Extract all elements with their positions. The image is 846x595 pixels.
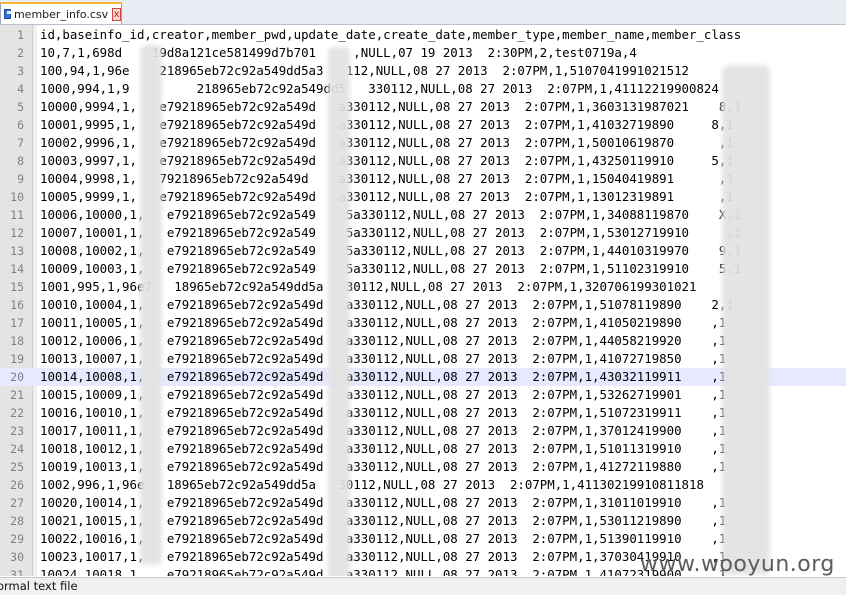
line-number: 4 [17, 82, 24, 96]
line-text[interactable]: 1001,995,1,96e7 18965eb72c92a549dd5a 301… [40, 278, 696, 296]
editor-line[interactable]: 27 10020,10014,1, e79218965eb72c92a549d a… [0, 494, 846, 512]
line-number: 2 [17, 46, 24, 60]
line-number: 31 [10, 568, 24, 576]
status-file-type: ormal text file [0, 579, 78, 593]
line-number: 12 [10, 226, 24, 240]
line-number: 7 [17, 136, 24, 150]
editor-line[interactable]: 15 1001,995,1,96e7 18965eb72c92a549dd5a 3… [0, 278, 846, 296]
editor-line[interactable]: 9 10004,9998,1, 79218965eb72c92a549d a330… [0, 170, 846, 188]
watermark: www.wooyun.org [640, 552, 835, 577]
editor-line[interactable]: 16 10010,10004,1, e79218965eb72c92a549d a… [0, 296, 846, 314]
close-tab-button[interactable]: x [112, 7, 121, 21]
line-number: 6 [17, 118, 24, 132]
line-number: 18 [10, 334, 24, 348]
line-number: 13 [10, 244, 24, 258]
editor-line[interactable]: 19 10013,10007,1, e79218965eb72c92a549d a… [0, 350, 846, 368]
line-number: 25 [10, 460, 24, 474]
line-number: 11 [10, 208, 24, 222]
status-bar: ormal text file [0, 577, 846, 595]
line-number: 16 [10, 298, 24, 312]
line-number: 3 [17, 64, 24, 78]
editor-line[interactable]: 6 10001,9995,1, e79218965eb72c92a549d a33… [0, 116, 846, 134]
editor-line[interactable]: 2 10,7,1,698d 19d8a121ce581499d7b701 ,NUL… [0, 44, 846, 62]
line-number: 8 [17, 154, 24, 168]
floppy-disk-icon [4, 9, 11, 19]
editor-line[interactable]: 4 1000,994,1,9 218965eb72c92a549dd5 33011… [0, 80, 846, 98]
editor-line[interactable]: 29 10022,10016,1, e79218965eb72c92a549d a… [0, 530, 846, 548]
editor-line[interactable]: 25 10019,10013,1, e79218965eb72c92a549d a… [0, 458, 846, 476]
line-number: 10 [10, 190, 24, 204]
line-number: 30 [10, 550, 24, 564]
editor-line[interactable]: 11 10006,10000,1, e79218965eb72c92a549 5a… [0, 206, 846, 224]
editor-line[interactable]: 22 10016,10010,1, e79218965eb72c92a549d a… [0, 404, 846, 422]
line-number: 1 [17, 28, 24, 42]
redaction-mask [722, 65, 770, 575]
line-number: 27 [10, 496, 24, 510]
line-number: 29 [10, 532, 24, 546]
editor-line[interactable]: 12 10007,10001,1, e79218965eb72c92a549 5a… [0, 224, 846, 242]
line-number: 5 [17, 100, 24, 114]
editor-line[interactable]: 23 10017,10011,1, e79218965eb72c92a549d a… [0, 422, 846, 440]
line-number: 28 [10, 514, 24, 528]
line-number: 23 [10, 424, 24, 438]
editor-line[interactable]: 26 1002,996,1,96e 18965eb72c92a549dd5a 30… [0, 476, 846, 494]
tab-filename[interactable]: member_info.csv [14, 8, 108, 21]
line-number: 9 [17, 172, 24, 186]
line-number: 17 [10, 316, 24, 330]
editor-line[interactable]: 8 10003,9997,1, e79218965eb72c92a549d a33… [0, 152, 846, 170]
tab-bar: member_info.csv x [0, 0, 846, 25]
redaction-mask [328, 47, 350, 576]
line-number: 21 [10, 388, 24, 402]
editor-line[interactable]: 24 10018,10012,1, e79218965eb72c92a549d a… [0, 440, 846, 458]
line-number: 19 [10, 352, 24, 366]
editor-line[interactable]: 13 10008,10002,1, e79218965eb72c92a549 5a… [0, 242, 846, 260]
line-number: 20 [10, 370, 24, 384]
editor-line[interactable]: 21 10015,10009,1, e79218965eb72c92a549d a… [0, 386, 846, 404]
line-text[interactable]: 100,94,1,96e 218965eb72c92a549dd5a3 112,… [40, 62, 689, 80]
editor-line[interactable]: 20 10014,10008,1, e79218965eb72c92a549d a… [0, 368, 846, 386]
editor-line[interactable]: 17 10011,10005,1, e79218965eb72c92a549d a… [0, 314, 846, 332]
editor-line[interactable]: 14 10009,10003,1, e79218965eb72c92a549 5a… [0, 260, 846, 278]
text-editor[interactable]: 1 id,baseinfo_id,creator,member_pwd,updat… [0, 25, 846, 576]
line-text[interactable]: 10024,10018,1, e79218965eb72c92a549d a33… [40, 566, 726, 576]
editor-line[interactable]: 10 10005,9999,1, e79218965eb72c92a549d a3… [0, 188, 846, 206]
redaction-mask [140, 45, 162, 565]
editor-line[interactable]: 3 100,94,1,96e 218965eb72c92a549dd5a3 112… [0, 62, 846, 80]
editor-line[interactable]: 28 10021,10015,1, e79218965eb72c92a549d a… [0, 512, 846, 530]
line-number: 22 [10, 406, 24, 420]
editor-line[interactable]: 7 10002,9996,1, e79218965eb72c92a549d a33… [0, 134, 846, 152]
line-number: 24 [10, 442, 24, 456]
editor-line[interactable]: 1 id,baseinfo_id,creator,member_pwd,updat… [0, 26, 846, 44]
file-tab[interactable]: member_info.csv x [0, 2, 122, 24]
line-text[interactable]: id,baseinfo_id,creator,member_pwd,update… [40, 26, 741, 44]
line-number: 14 [10, 262, 24, 276]
editor-line[interactable]: 5 10000,9994,1, e79218965eb72c92a549d a33… [0, 98, 846, 116]
editor-line[interactable]: 18 10012,10006,1, e79218965eb72c92a549d a… [0, 332, 846, 350]
line-number: 26 [10, 478, 24, 492]
line-number: 15 [10, 280, 24, 294]
